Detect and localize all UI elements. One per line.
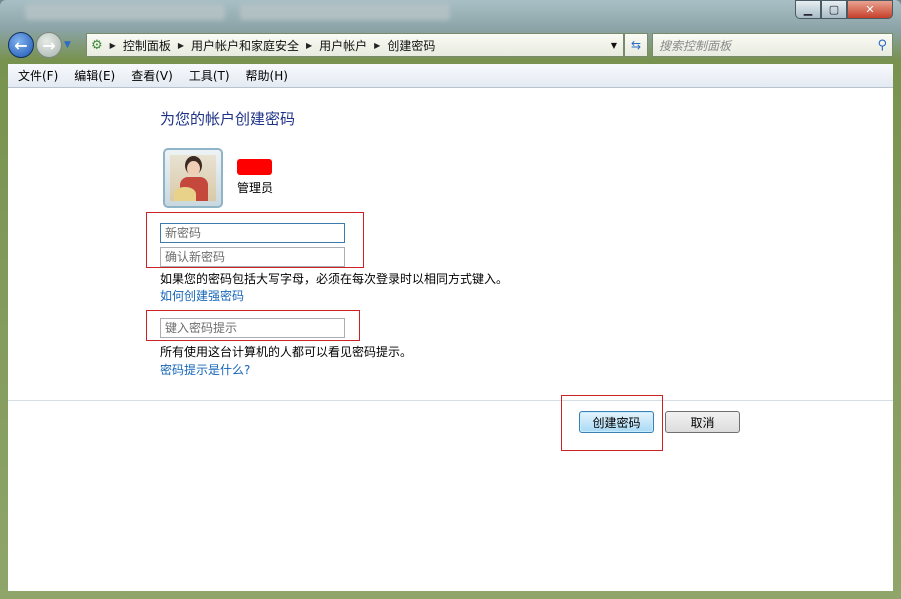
menu-bar: 文件(F) 编辑(E) 查看(V) 工具(T) 帮助(H) — [8, 64, 893, 88]
close-button[interactable]: ✕ — [847, 0, 893, 19]
forward-arrow-icon: → — [42, 35, 56, 55]
menu-edit[interactable]: 编辑(E) — [66, 67, 123, 84]
page-title: 为您的帐户创建密码 — [160, 110, 296, 128]
content-pane: 为您的帐户创建密码 管理员 如果您的密码包括大写字母，必须在每次登录时以相同方式… — [8, 88, 893, 591]
account-role: 管理员 — [237, 181, 274, 195]
close-icon: ✕ — [865, 3, 875, 16]
menu-help[interactable]: 帮助(H) — [238, 67, 296, 84]
refresh-icon: ⇆ — [630, 38, 642, 52]
search-placeholder: 搜索控制面板 — [659, 38, 732, 53]
minimize-button[interactable]: ▁ — [795, 0, 821, 19]
case-sensitivity-note: 如果您的密码包括大写字母，必须在每次登录时以相同方式键入。 — [160, 272, 509, 286]
confirm-password-input[interactable] — [160, 247, 345, 267]
new-password-input[interactable] — [160, 223, 345, 243]
password-hint-input[interactable] — [160, 318, 345, 338]
breadcrumb-create-password[interactable]: 创建密码 — [387, 37, 435, 54]
address-bar[interactable]: ⚙ ▶ 控制面板 ▶ 用户帐户和家庭安全 ▶ 用户帐户 ▶ 创建密码 ▼ — [86, 33, 624, 57]
cancel-button[interactable]: 取消 — [665, 411, 740, 433]
blurred-tab — [25, 4, 225, 20]
refresh-button[interactable]: ⇆ — [624, 33, 648, 57]
strong-password-link[interactable]: 如何创建强密码 — [160, 287, 244, 304]
redacted-username — [237, 159, 272, 175]
breadcrumb-user-accounts-family[interactable]: 用户帐户和家庭安全 — [191, 37, 299, 54]
control-panel-icon: ⚙ — [91, 37, 103, 53]
breadcrumb-separator-icon[interactable]: ▶ — [110, 41, 116, 50]
maximize-icon: ▢ — [828, 3, 840, 16]
window-controls: ▁ ▢ ✕ — [795, 0, 893, 19]
forward-button[interactable]: → — [36, 32, 62, 58]
minimize-icon: ▁ — [803, 3, 813, 16]
maximize-button[interactable]: ▢ — [821, 0, 847, 19]
back-button[interactable]: ← — [8, 32, 34, 58]
window-frame: ▁ ▢ ✕ ← → ▼ ⚙ ▶ 控制面板 ▶ 用户帐户和家庭安全 ▶ 用户帐户 … — [0, 0, 901, 599]
create-password-button[interactable]: 创建密码 — [579, 411, 654, 433]
recent-pages-dropdown[interactable]: ▼ — [64, 40, 71, 50]
hint-visibility-note: 所有使用这台计算机的人都可以看见密码提示。 — [160, 345, 413, 359]
password-hint-link[interactable]: 密码提示是什么? — [160, 361, 250, 378]
back-arrow-icon: ← — [14, 35, 28, 55]
navigation-bar: ← → ▼ ⚙ ▶ 控制面板 ▶ 用户帐户和家庭安全 ▶ 用户帐户 ▶ 创建密码… — [8, 31, 893, 59]
blurred-tab — [240, 4, 450, 20]
search-input[interactable]: 搜索控制面板 ⚲ — [652, 33, 893, 57]
breadcrumb-separator-icon[interactable]: ▶ — [374, 41, 380, 50]
menu-file[interactable]: 文件(F) — [10, 67, 66, 84]
breadcrumb-user-accounts[interactable]: 用户帐户 — [319, 37, 367, 54]
breadcrumb-separator-icon[interactable]: ▶ — [178, 41, 184, 50]
menu-view[interactable]: 查看(V) — [123, 67, 181, 84]
breadcrumb-control-panel[interactable]: 控制面板 — [123, 37, 171, 54]
menu-tools[interactable]: 工具(T) — [181, 67, 238, 84]
address-dropdown-icon[interactable]: ▼ — [611, 41, 617, 50]
breadcrumb-separator-icon[interactable]: ▶ — [306, 41, 312, 50]
search-icon[interactable]: ⚲ — [877, 38, 887, 53]
divider — [8, 400, 893, 401]
avatar — [163, 148, 223, 208]
